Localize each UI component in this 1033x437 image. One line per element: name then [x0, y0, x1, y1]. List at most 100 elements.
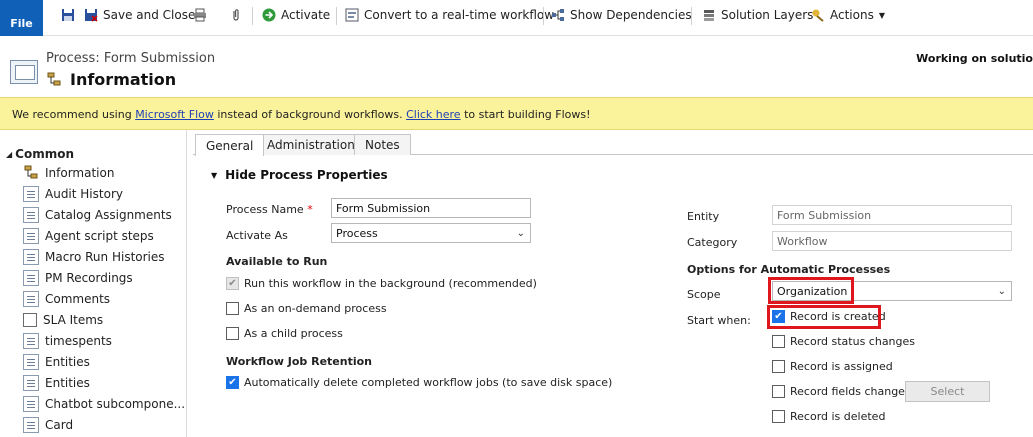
- layers-icon: [704, 10, 714, 21]
- nav-item-pm-recordings[interactable]: PM Recordings: [23, 267, 133, 288]
- convert-icon: [345, 8, 359, 22]
- chevron-down-icon: ⌄: [516, 228, 525, 239]
- banner-text-prefix: We recommend using: [12, 108, 136, 121]
- job-retention-heading: Workflow Job Retention: [226, 355, 372, 368]
- auto-delete-option-label: Automatically delete completed workflow …: [244, 376, 613, 389]
- nav-item-label: Comments: [45, 291, 111, 306]
- child-process-checkbox[interactable]: As a child process: [226, 327, 343, 340]
- background-option-label: Run this workflow in the background (rec…: [244, 277, 537, 290]
- process-icon: [47, 72, 61, 86]
- activate-as-value: Process: [336, 227, 378, 240]
- collapse-triangle-icon: ◢: [6, 149, 13, 159]
- checkbox: [772, 335, 785, 348]
- nav-item-sla-items[interactable]: SLA Items: [23, 309, 103, 330]
- entity-label: Entity: [687, 210, 720, 223]
- actions-menu[interactable]: Actions ▼: [811, 5, 885, 25]
- blank-icon: [23, 312, 37, 327]
- convert-button[interactable]: Convert to a real-time workflow: [345, 5, 554, 25]
- nav-item-label: Chatbot subcompone...: [45, 396, 186, 411]
- on-demand-checkbox[interactable]: As an on-demand process: [226, 302, 387, 315]
- record-deleted-checkbox[interactable]: Record is deleted: [772, 410, 885, 423]
- tab-general[interactable]: General: [195, 134, 265, 156]
- left-navigation: ◢ Common Information Audit History Catal…: [0, 130, 186, 437]
- nav-item-label: PM Recordings: [45, 270, 133, 285]
- auto-delete-checkbox[interactable]: ✔ Automatically delete completed workflo…: [226, 376, 612, 389]
- nav-item-entities[interactable]: Entities: [23, 351, 90, 372]
- tab-notes[interactable]: Notes: [354, 134, 411, 155]
- nav-item-agent-script-steps[interactable]: Agent script steps: [23, 225, 154, 246]
- microsoft-flow-link[interactable]: Microsoft Flow: [135, 108, 214, 121]
- section-title: Hide Process Properties: [225, 168, 388, 182]
- record-deleted-label: Record is deleted: [790, 410, 886, 423]
- nav-item-label: Macro Run Histories: [45, 249, 165, 264]
- select-fields-button[interactable]: Select: [905, 381, 990, 402]
- nav-item-label: Card: [45, 417, 74, 432]
- checkbox-checked: ✔: [226, 376, 239, 389]
- solution-layers-label: Solution Layers: [721, 8, 814, 22]
- nav-item-label: timespents: [45, 333, 112, 348]
- show-dependencies-button[interactable]: Show Dependencies: [551, 5, 692, 25]
- document-icon: [23, 374, 39, 391]
- file-button[interactable]: File: [0, 0, 43, 36]
- save-icon[interactable]: [61, 5, 75, 25]
- start-when-label: Start when:: [687, 314, 751, 327]
- nav-section-common[interactable]: ◢ Common: [6, 147, 74, 161]
- record-status-checkbox[interactable]: Record status changes: [772, 335, 915, 348]
- actions-label: Actions: [830, 8, 874, 22]
- document-icon: [23, 416, 39, 433]
- record-status-label: Record status changes: [790, 335, 916, 348]
- nav-item-chatbot-subcomponents[interactable]: Chatbot subcompone...: [23, 393, 185, 414]
- nav-item-comments[interactable]: Comments: [23, 288, 110, 309]
- process-name-input[interactable]: Form Submission: [331, 198, 531, 218]
- on-demand-option-label: As an on-demand process: [244, 302, 387, 315]
- nav-item-audit-history[interactable]: Audit History: [23, 183, 123, 204]
- required-marker: *: [307, 203, 313, 216]
- tab-administration[interactable]: Administration: [256, 134, 366, 155]
- nav-item-label: SLA Items: [43, 312, 104, 327]
- nav-item-macro-run-histories[interactable]: Macro Run Histories: [23, 246, 165, 267]
- record-assigned-checkbox[interactable]: Record is assigned: [772, 360, 893, 373]
- attach-icon[interactable]: [229, 5, 243, 25]
- nav-item-label: Catalog Assignments: [45, 207, 172, 222]
- checkbox-disabled-checked: ✔: [226, 277, 239, 290]
- document-icon: [23, 185, 39, 202]
- nav-item-card[interactable]: Card: [23, 414, 73, 435]
- activate-as-label: Activate As: [226, 229, 288, 242]
- child-option-label: As a child process: [244, 327, 343, 340]
- nav-item-timespents[interactable]: timespents: [23, 330, 112, 351]
- checkbox: [772, 385, 785, 398]
- nav-item-catalog-assignments[interactable]: Catalog Assignments: [23, 204, 172, 225]
- convert-label: Convert to a real-time workflow: [364, 8, 555, 22]
- nav-item-label: Information: [45, 165, 115, 180]
- solution-status: Working on solutio: [916, 52, 1033, 65]
- print-icon[interactable]: [193, 5, 207, 25]
- page-title: Information: [70, 70, 177, 89]
- chevron-down-icon: ▼: [878, 10, 885, 20]
- document-icon: [23, 332, 39, 349]
- record-fields-label: Record fields change: [790, 385, 905, 398]
- solution-layers-button[interactable]: Solution Layers: [702, 5, 813, 25]
- nav-divider: [186, 130, 187, 437]
- save-and-close-button[interactable]: Save and Close: [84, 5, 195, 25]
- record-subtitle: Process: Form Submission: [46, 51, 216, 66]
- command-bar: File Save and Close Activate Convert to …: [0, 0, 1033, 36]
- background-checkbox[interactable]: ✔ Run this workflow in the background (r…: [226, 277, 537, 290]
- section-toggle[interactable]: ▼ Hide Process Properties: [211, 168, 388, 182]
- activate-as-select[interactable]: Process ⌄: [331, 223, 531, 243]
- document-icon: [23, 269, 39, 286]
- toolbar-divider: [252, 7, 253, 25]
- checkbox: [772, 360, 785, 373]
- process-name-label: Process Name *: [226, 203, 313, 216]
- actions-icon: [812, 9, 824, 22]
- banner-text-suffix: to start building Flows!: [460, 108, 591, 121]
- nav-item-information[interactable]: Information: [23, 162, 114, 183]
- nav-item-entities[interactable]: Entities: [23, 372, 90, 393]
- nav-item-label: Entities: [45, 354, 90, 369]
- document-icon: [23, 353, 39, 370]
- checkbox: [226, 327, 239, 340]
- highlight-box: [768, 277, 854, 304]
- click-here-link[interactable]: Click here: [406, 108, 461, 121]
- record-fields-checkbox[interactable]: Record fields change: [772, 385, 905, 398]
- save-close-icon: [85, 9, 98, 22]
- activate-button[interactable]: Activate: [262, 5, 330, 25]
